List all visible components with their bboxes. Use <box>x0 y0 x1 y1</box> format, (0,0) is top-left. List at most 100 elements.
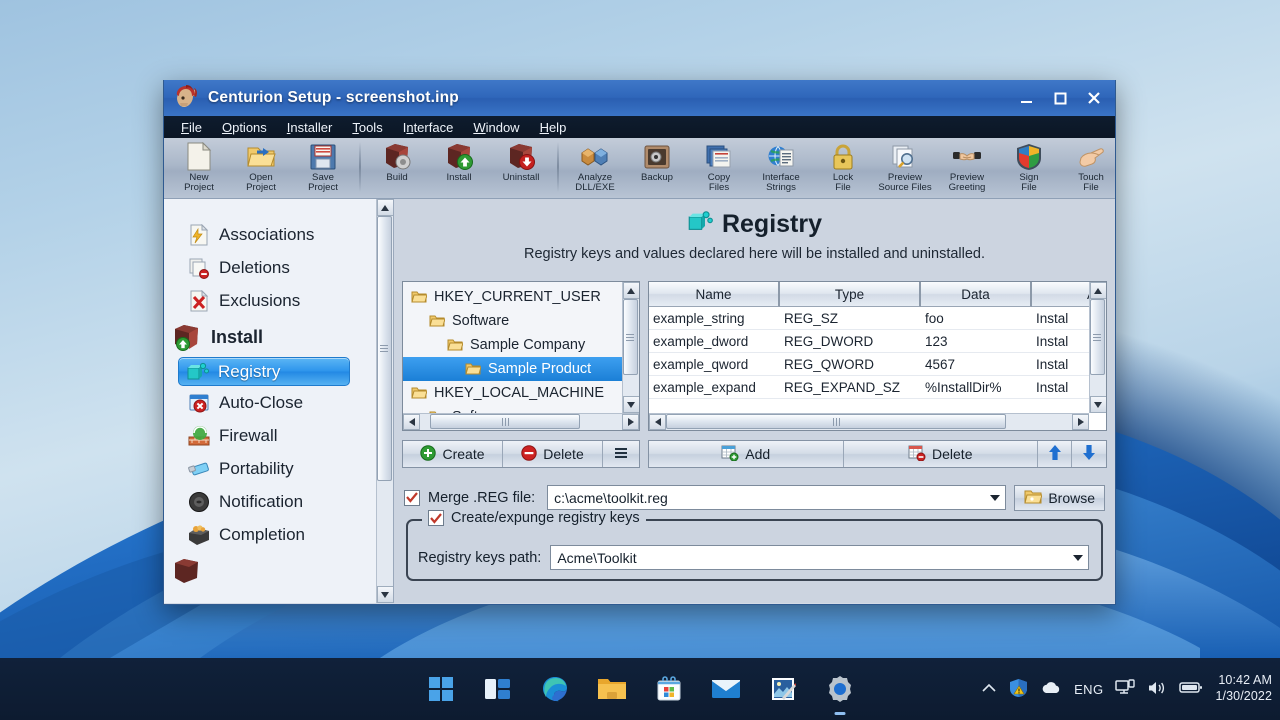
close-button[interactable] <box>1077 83 1111 113</box>
registry-values-listview[interactable]: Name Type Data A example_string REG_SZ f… <box>648 281 1107 431</box>
sidebar-scrollbar[interactable] <box>376 199 393 603</box>
tree-node[interactable]: HKEY_LOCAL_MACHINE <box>403 381 622 405</box>
menu-help[interactable]: Help <box>531 118 576 137</box>
menu-tools[interactable]: Tools <box>343 118 391 137</box>
listview-hscroll-track[interactable] <box>666 414 1072 430</box>
sidebar-item-portability[interactable]: Portability <box>164 452 376 485</box>
microsoft-store-icon[interactable] <box>652 672 686 706</box>
network-icon[interactable] <box>1115 679 1136 699</box>
table-row[interactable]: example_qword REG_QWORD 4567 Instal <box>649 353 1089 376</box>
sidebar-item-firewall[interactable]: Firewall <box>164 419 376 452</box>
scroll-down-arrow-icon[interactable] <box>376 586 393 603</box>
toolbar-open-project[interactable]: Open Project <box>230 138 292 196</box>
column-header-action[interactable]: A <box>1032 282 1089 307</box>
column-header-name[interactable]: Name <box>649 282 780 307</box>
photos-editor-icon[interactable] <box>766 672 800 706</box>
chevron-down-icon[interactable] <box>1072 546 1084 569</box>
delete-key-button[interactable]: Delete <box>503 441 603 467</box>
sidebar-scroll-thumb[interactable] <box>376 216 392 481</box>
move-down-button[interactable] <box>1072 441 1106 467</box>
tree-vertical-scrollbar[interactable] <box>622 282 639 413</box>
menu-options[interactable]: Options <box>213 118 276 137</box>
toolbar-copy-files[interactable]: Copy Files <box>688 138 750 196</box>
listview-horizontal-scrollbar[interactable] <box>649 413 1089 430</box>
tree-node[interactable]: HKEY_CURRENT_USER <box>403 285 622 309</box>
scroll-left-arrow-icon[interactable] <box>649 414 666 430</box>
tree-node[interactable]: Sample Company <box>403 333 622 357</box>
sidebar-item-associations[interactable]: Associations <box>164 218 376 251</box>
scroll-up-arrow-icon[interactable] <box>1089 282 1106 299</box>
table-row[interactable]: example_dword REG_DWORD 123 Instal <box>649 330 1089 353</box>
toolbar-uninstall[interactable]: Uninstall <box>490 138 552 196</box>
column-header-type[interactable]: Type <box>780 282 921 307</box>
onedrive-cloud-icon[interactable] <box>1040 681 1062 698</box>
mail-icon[interactable] <box>709 672 743 706</box>
browse-button[interactable]: Browse <box>1014 484 1105 511</box>
sidebar-item-deletions[interactable]: Deletions <box>164 251 376 284</box>
toolbar-analyze-dll-exe[interactable]: Analyze DLL/EXE <box>564 138 626 196</box>
toolbar-save-project[interactable]: Save Project <box>292 138 354 196</box>
tree-scroll-track[interactable] <box>622 299 639 396</box>
toolbar-install[interactable]: Install <box>428 138 490 196</box>
menu-file[interactable]: File <box>172 118 211 137</box>
scroll-left-arrow-icon[interactable] <box>403 414 420 430</box>
task-view-icon[interactable] <box>481 672 515 706</box>
settings-gear-icon[interactable] <box>823 672 857 715</box>
sidebar-item-notification[interactable]: Notification <box>164 485 376 518</box>
create-key-button[interactable]: Create <box>403 441 503 467</box>
create-expunge-checkbox[interactable] <box>428 510 444 526</box>
tree-scroll-thumb[interactable] <box>622 299 638 375</box>
volume-icon[interactable] <box>1147 680 1167 699</box>
listview-scroll-thumb[interactable] <box>1089 299 1105 375</box>
listview-hscroll-thumb[interactable] <box>666 414 1006 429</box>
add-value-button[interactable]: Add <box>649 441 844 467</box>
delete-value-button[interactable]: Delete <box>844 441 1038 467</box>
tree-node[interactable]: Software <box>403 309 622 333</box>
listview-vertical-scrollbar[interactable] <box>1089 282 1106 413</box>
menu-window[interactable]: Window <box>464 118 528 137</box>
merge-reg-checkbox[interactable] <box>404 489 420 506</box>
language-indicator[interactable]: ENG <box>1074 682 1103 697</box>
file-explorer-icon[interactable] <box>595 672 629 706</box>
table-row[interactable]: example_string REG_SZ foo Instal <box>649 307 1089 330</box>
move-up-button[interactable] <box>1038 441 1072 467</box>
show-hidden-icons-chevron[interactable] <box>981 682 997 697</box>
toolbar-preview-greeting[interactable]: Preview Greeting <box>936 138 998 196</box>
scroll-up-arrow-icon[interactable] <box>622 282 639 299</box>
menu-installer[interactable]: Installer <box>278 118 342 137</box>
toolbar-interface-strings[interactable]: Interface Strings <box>750 138 812 196</box>
scroll-down-arrow-icon[interactable] <box>622 396 639 413</box>
battery-icon[interactable] <box>1179 681 1203 697</box>
sidebar-scroll-track[interactable] <box>376 216 393 586</box>
registry-key-tree[interactable]: HKEY_CURRENT_USER Software Sample Compan… <box>402 281 640 431</box>
menu-interface[interactable]: Interface <box>394 118 463 137</box>
sidebar-item-cutoff-top[interactable] <box>164 199 376 218</box>
sidebar-item-auto-close[interactable]: Auto-Close <box>164 386 376 419</box>
tree-node-selected[interactable]: Sample Product <box>403 357 622 381</box>
column-header-data[interactable]: Data <box>921 282 1032 307</box>
maximize-button[interactable] <box>1043 83 1077 113</box>
scroll-down-arrow-icon[interactable] <box>1089 396 1106 413</box>
sidebar-section-cutoff-bottom[interactable] <box>164 551 376 591</box>
scroll-up-arrow-icon[interactable] <box>376 199 393 216</box>
tree-hscroll-thumb[interactable] <box>430 414 580 429</box>
tree-horizontal-scrollbar[interactable] <box>403 413 639 430</box>
chevron-down-icon[interactable] <box>989 486 1001 509</box>
toolbar-lock-file[interactable]: Lock File <box>812 138 874 196</box>
merge-reg-file-combo[interactable]: c:\acme\toolkit.reg <box>547 485 1007 510</box>
sidebar-item-registry[interactable]: Registry <box>178 357 350 386</box>
tree-hscroll-track[interactable] <box>420 414 622 430</box>
toolbar-backup[interactable]: Backup <box>626 138 688 196</box>
sidebar-item-completion[interactable]: Completion <box>164 518 376 551</box>
scroll-right-arrow-icon[interactable] <box>622 414 639 430</box>
windows-security-warning-icon[interactable] <box>1009 678 1028 701</box>
title-bar[interactable]: Centurion Setup - screenshot.inp <box>164 80 1115 116</box>
start-windows-icon[interactable] <box>424 672 458 706</box>
registry-keys-path-combo[interactable]: Acme\Toolkit <box>550 545 1089 570</box>
scroll-right-arrow-icon[interactable] <box>1072 414 1089 430</box>
listview-scroll-track[interactable] <box>1089 299 1106 396</box>
toolbar-preview-source-files[interactable]: Preview Source Files <box>874 138 936 196</box>
toolbar-new-project[interactable]: New Project <box>168 138 230 196</box>
toolbar-sign-file[interactable]: Sign File <box>998 138 1060 196</box>
table-row[interactable]: example_expand REG_EXPAND_SZ %InstallDir… <box>649 376 1089 399</box>
